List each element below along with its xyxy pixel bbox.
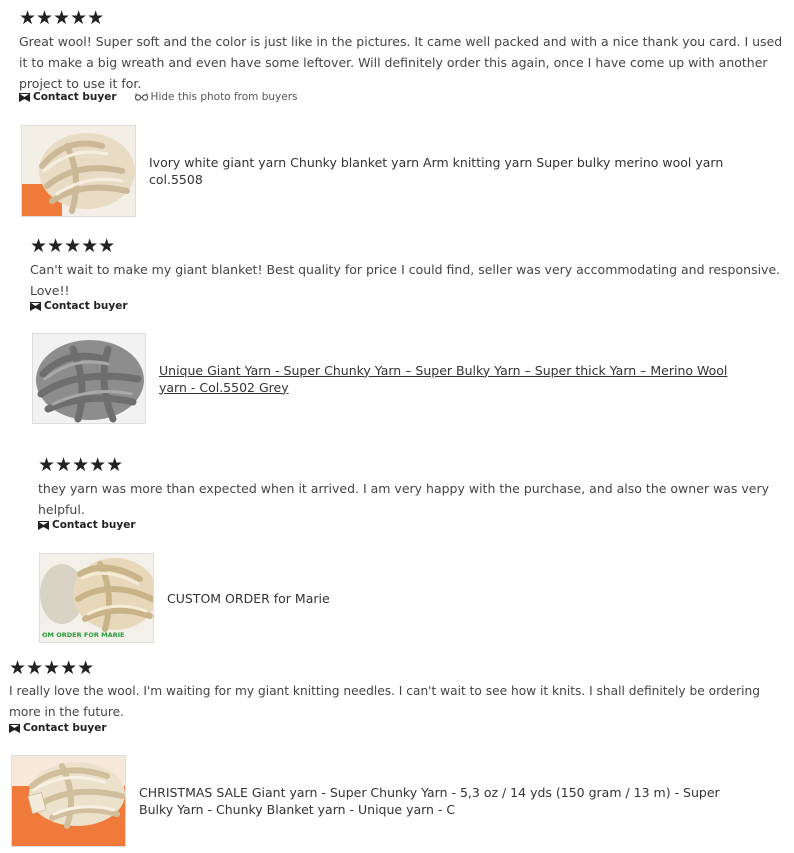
ivory-yarn-image	[22, 126, 135, 216]
review-text: Great wool! Super soft and the color is …	[19, 34, 783, 91]
review-actions: Contact buyer	[30, 300, 128, 312]
star-rating: ★★★★★	[19, 7, 105, 29]
review-1: ★★★★★ Great wool! Super soft and the col…	[19, 8, 789, 94]
review-actions: Contact buyer Hide this photo from buyer…	[19, 91, 298, 103]
product-thumbnail[interactable]	[21, 125, 136, 217]
product-title[interactable]: CHRISTMAS SALE Giant yarn - Super Chunky…	[139, 784, 720, 818]
product-title-line: Ivory white giant yarn Chunky blanket ya…	[149, 155, 724, 170]
contact-buyer-link[interactable]: Contact buyer	[9, 722, 107, 734]
purchased-item[interactable]: Ivory white giant yarn Chunky blanket ya…	[21, 125, 723, 217]
product-title-line: CHRISTMAS SALE Giant yarn - Super Chunky…	[139, 785, 720, 800]
envelope-icon	[30, 301, 41, 311]
envelope-icon	[38, 520, 49, 530]
product-title[interactable]: CUSTOM ORDER for Marie	[167, 590, 330, 607]
christmas-yarn-image	[12, 756, 125, 846]
product-title-line: yarn - Col.5502 Grey	[159, 379, 289, 395]
hide-eye-icon	[134, 93, 148, 101]
contact-buyer-link[interactable]: Contact buyer	[19, 91, 117, 103]
contact-buyer-label: Contact buyer	[33, 91, 117, 103]
product-title-line: col.5508	[149, 172, 203, 187]
product-title-link[interactable]: Unique Giant Yarn - Super Chunky Yarn – …	[159, 362, 727, 396]
star-rating: ★★★★★	[38, 454, 124, 476]
product-thumbnail[interactable]	[32, 333, 146, 424]
contact-buyer-label: Contact buyer	[52, 519, 136, 531]
thumbnail-caption: OM ORDER FOR MARIE	[42, 631, 125, 639]
grey-yarn-image	[33, 334, 145, 423]
hide-photo-link[interactable]: Hide this photo from buyers	[134, 91, 298, 103]
purchased-item[interactable]: OM ORDER FOR MARIE CUSTOM ORDER for Mari…	[39, 553, 330, 643]
product-thumbnail[interactable]: OM ORDER FOR MARIE	[39, 553, 154, 643]
product-thumbnail[interactable]	[11, 755, 126, 847]
review-actions: Contact buyer	[38, 519, 136, 531]
contact-buyer-label: Contact buyer	[23, 722, 107, 734]
review-actions: Contact buyer	[9, 722, 107, 734]
purchased-item[interactable]: Unique Giant Yarn - Super Chunky Yarn – …	[32, 333, 727, 424]
contact-buyer-label: Contact buyer	[44, 300, 128, 312]
review-2: ★★★★★ Can't wait to make my giant blanke…	[30, 236, 790, 301]
product-title-line: Unique Giant Yarn - Super Chunky Yarn – …	[159, 362, 728, 378]
review-text: they yarn was more than expected when it…	[38, 481, 769, 517]
star-rating: ★★★★★	[30, 235, 116, 257]
review-3: ★★★★★ they yarn was more than expected w…	[38, 455, 790, 520]
contact-buyer-link[interactable]: Contact buyer	[30, 300, 128, 312]
review-text: Can't wait to make my giant blanket! Bes…	[30, 262, 781, 298]
envelope-icon	[19, 92, 30, 102]
envelope-icon	[9, 723, 20, 733]
custom-yarn-image	[40, 554, 153, 642]
star-rating: ★★★★★	[9, 657, 95, 679]
review-4: ★★★★★ I really love the wool. I'm waitin…	[9, 658, 791, 723]
contact-buyer-link[interactable]: Contact buyer	[38, 519, 136, 531]
product-title[interactable]: Ivory white giant yarn Chunky blanket ya…	[149, 154, 723, 188]
purchased-item[interactable]: CHRISTMAS SALE Giant yarn - Super Chunky…	[11, 755, 720, 847]
review-text: I really love the wool. I'm waiting for …	[9, 684, 760, 719]
product-title-line: CUSTOM ORDER for Marie	[167, 590, 330, 606]
hide-photo-label: Hide this photo from buyers	[150, 91, 298, 103]
product-title-line: Bulky Yarn - Chunky Blanket yarn - Uniqu…	[139, 802, 456, 817]
